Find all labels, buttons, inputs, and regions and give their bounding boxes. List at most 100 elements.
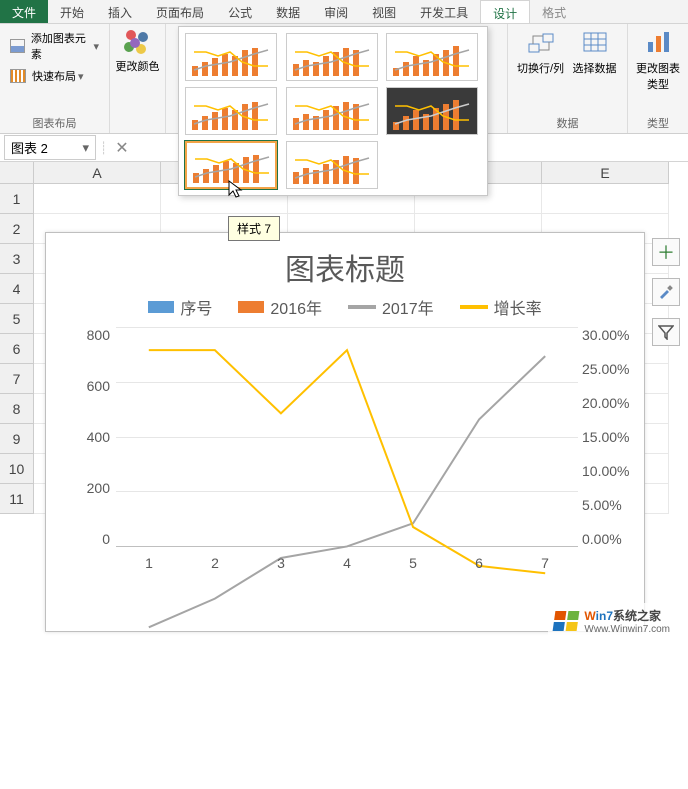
- chart-style-thumb[interactable]: [185, 87, 277, 135]
- watermark: Win7Win7系统之家系统之家 Www.Winwin7.com: [548, 603, 676, 639]
- row-header[interactable]: 6: [0, 334, 34, 364]
- chart-style-thumb[interactable]: [185, 33, 277, 81]
- legend-swatch-xuhao: [148, 301, 174, 313]
- x-tick: 5: [380, 551, 446, 577]
- chart-legend[interactable]: 序号 2016年 2017年 增长率: [46, 295, 644, 319]
- tab-formulas[interactable]: 公式: [216, 0, 264, 23]
- legend-label: 序号: [180, 295, 212, 319]
- chart-styles-gallery[interactable]: [178, 26, 488, 196]
- brush-icon: [657, 283, 675, 301]
- col-header[interactable]: A: [34, 162, 161, 184]
- style-tooltip: 样式 7: [228, 216, 280, 241]
- row-header[interactable]: 5: [0, 304, 34, 334]
- tab-data[interactable]: 数据: [264, 0, 312, 23]
- switch-row-col-button[interactable]: 切换行/列: [514, 28, 568, 78]
- chart-elements-button[interactable]: ＋: [652, 238, 680, 266]
- add-element-label: 添加图表元素: [31, 30, 92, 62]
- chart-style-thumb[interactable]: [286, 33, 378, 81]
- funnel-icon: [658, 324, 674, 340]
- legend-swatch-2017: [348, 305, 376, 309]
- group-label-layouts: 图表布局: [6, 115, 103, 131]
- name-box[interactable]: 图表 2 ▾: [4, 135, 96, 160]
- select-data-label: 选择数据: [573, 60, 617, 76]
- tab-design[interactable]: 设计: [480, 0, 530, 23]
- tab-format[interactable]: 格式: [530, 0, 578, 23]
- legend-swatch-growth: [460, 305, 488, 309]
- embedded-chart[interactable]: 图表标题 序号 2016年 2017年 增长率 800 600 400 200 …: [45, 232, 645, 632]
- add-chart-element-button[interactable]: 添加图表元素 ▾: [6, 28, 103, 64]
- tab-pagelayout[interactable]: 页面布局: [144, 0, 216, 23]
- tab-review[interactable]: 审阅: [312, 0, 360, 23]
- line-growth[interactable]: [149, 350, 545, 573]
- select-all-corner[interactable]: [0, 162, 34, 184]
- y-axis-left: 800 600 400 200 0: [66, 327, 110, 547]
- plot-inner: [116, 327, 578, 547]
- select-data-button[interactable]: 选择数据: [568, 28, 622, 78]
- legend-label: 增长率: [494, 295, 542, 319]
- tab-view[interactable]: 视图: [360, 0, 408, 23]
- legend-label: 2016年: [270, 295, 322, 319]
- legend-label: 2017年: [382, 295, 434, 319]
- color-dots-icon: [124, 30, 152, 58]
- chart-filters-button[interactable]: [652, 318, 680, 346]
- divider: ┊: [100, 141, 107, 155]
- change-chart-type-button[interactable]: 更改图表类型: [631, 28, 685, 94]
- row-header[interactable]: 7: [0, 364, 34, 394]
- chart-style-thumb[interactable]: [386, 87, 478, 135]
- chart-side-buttons: ＋: [652, 238, 680, 346]
- chart-style-thumb[interactable]: [185, 141, 277, 189]
- tab-developer[interactable]: 开发工具: [408, 0, 480, 23]
- select-data-icon: [581, 30, 609, 56]
- group-change-colors: 更改颜色: [110, 24, 166, 133]
- x-tick: 1: [116, 551, 182, 577]
- chart-style-thumb[interactable]: [386, 33, 478, 81]
- switch-rowcol-icon: [527, 30, 555, 56]
- x-tick: 6: [446, 551, 512, 577]
- x-tick: 3: [248, 551, 314, 577]
- change-colors-button[interactable]: 更改颜色: [111, 28, 165, 76]
- row-header[interactable]: 10: [0, 454, 34, 484]
- row-header[interactable]: 1: [0, 184, 34, 214]
- change-type-icon: [644, 30, 672, 56]
- row-header[interactable]: 2: [0, 214, 34, 244]
- cell[interactable]: [542, 184, 669, 214]
- y-axis-right: 30.00% 25.00% 20.00% 15.00% 10.00% 5.00%…: [582, 327, 640, 547]
- chevron-down-icon: ▾: [82, 140, 89, 156]
- x-tick: 2: [182, 551, 248, 577]
- quick-layout-button[interactable]: 快速布局 ▾: [6, 66, 103, 86]
- cancel-icon[interactable]: ✕: [115, 138, 128, 158]
- watermark-line2: Www.Winwin7.com: [584, 624, 670, 635]
- x-axis: 1234567: [116, 551, 578, 577]
- chart-element-icon: [10, 39, 25, 53]
- group-data: 切换行/列 选择数据 数据: [508, 24, 628, 133]
- quick-layout-icon: [10, 69, 26, 83]
- chart-style-thumb[interactable]: [286, 87, 378, 135]
- quick-layout-label: 快速布局: [32, 68, 76, 84]
- group-label-type: 类型: [634, 115, 682, 131]
- cell[interactable]: [34, 184, 161, 214]
- tab-insert[interactable]: 插入: [96, 0, 144, 23]
- plot-area[interactable]: 800 600 400 200 0 30.00% 25.00% 20.00% 1…: [116, 327, 578, 577]
- row-header[interactable]: 11: [0, 484, 34, 514]
- tab-file[interactable]: 文件: [0, 0, 48, 23]
- change-type-label: 更改图表类型: [633, 60, 683, 92]
- row-header[interactable]: 8: [0, 394, 34, 424]
- x-tick: 7: [512, 551, 578, 577]
- group-type: 更改图表类型 类型: [628, 24, 688, 133]
- chart-styles-button[interactable]: [652, 278, 680, 306]
- tab-home[interactable]: 开始: [48, 0, 96, 23]
- group-chart-layouts: 添加图表元素 ▾ 快速布局 ▾ 图表布局: [0, 24, 110, 133]
- x-tick: 4: [314, 551, 380, 577]
- chart-style-thumb[interactable]: [286, 141, 378, 189]
- legend-swatch-2016: [238, 301, 264, 313]
- chart-title[interactable]: 图表标题: [46, 245, 644, 289]
- row-header[interactable]: 3: [0, 244, 34, 274]
- row-header[interactable]: 9: [0, 424, 34, 454]
- col-header[interactable]: E: [542, 162, 669, 184]
- group-label-data: 数据: [514, 115, 621, 131]
- change-colors-label: 更改颜色: [116, 58, 160, 74]
- row-header[interactable]: 4: [0, 274, 34, 304]
- ribbon-tabs: 文件 开始 插入 页面布局 公式 数据 审阅 视图 开发工具 设计 格式: [0, 0, 688, 24]
- switch-rowcol-label: 切换行/列: [517, 60, 564, 76]
- line-2017[interactable]: [149, 356, 545, 627]
